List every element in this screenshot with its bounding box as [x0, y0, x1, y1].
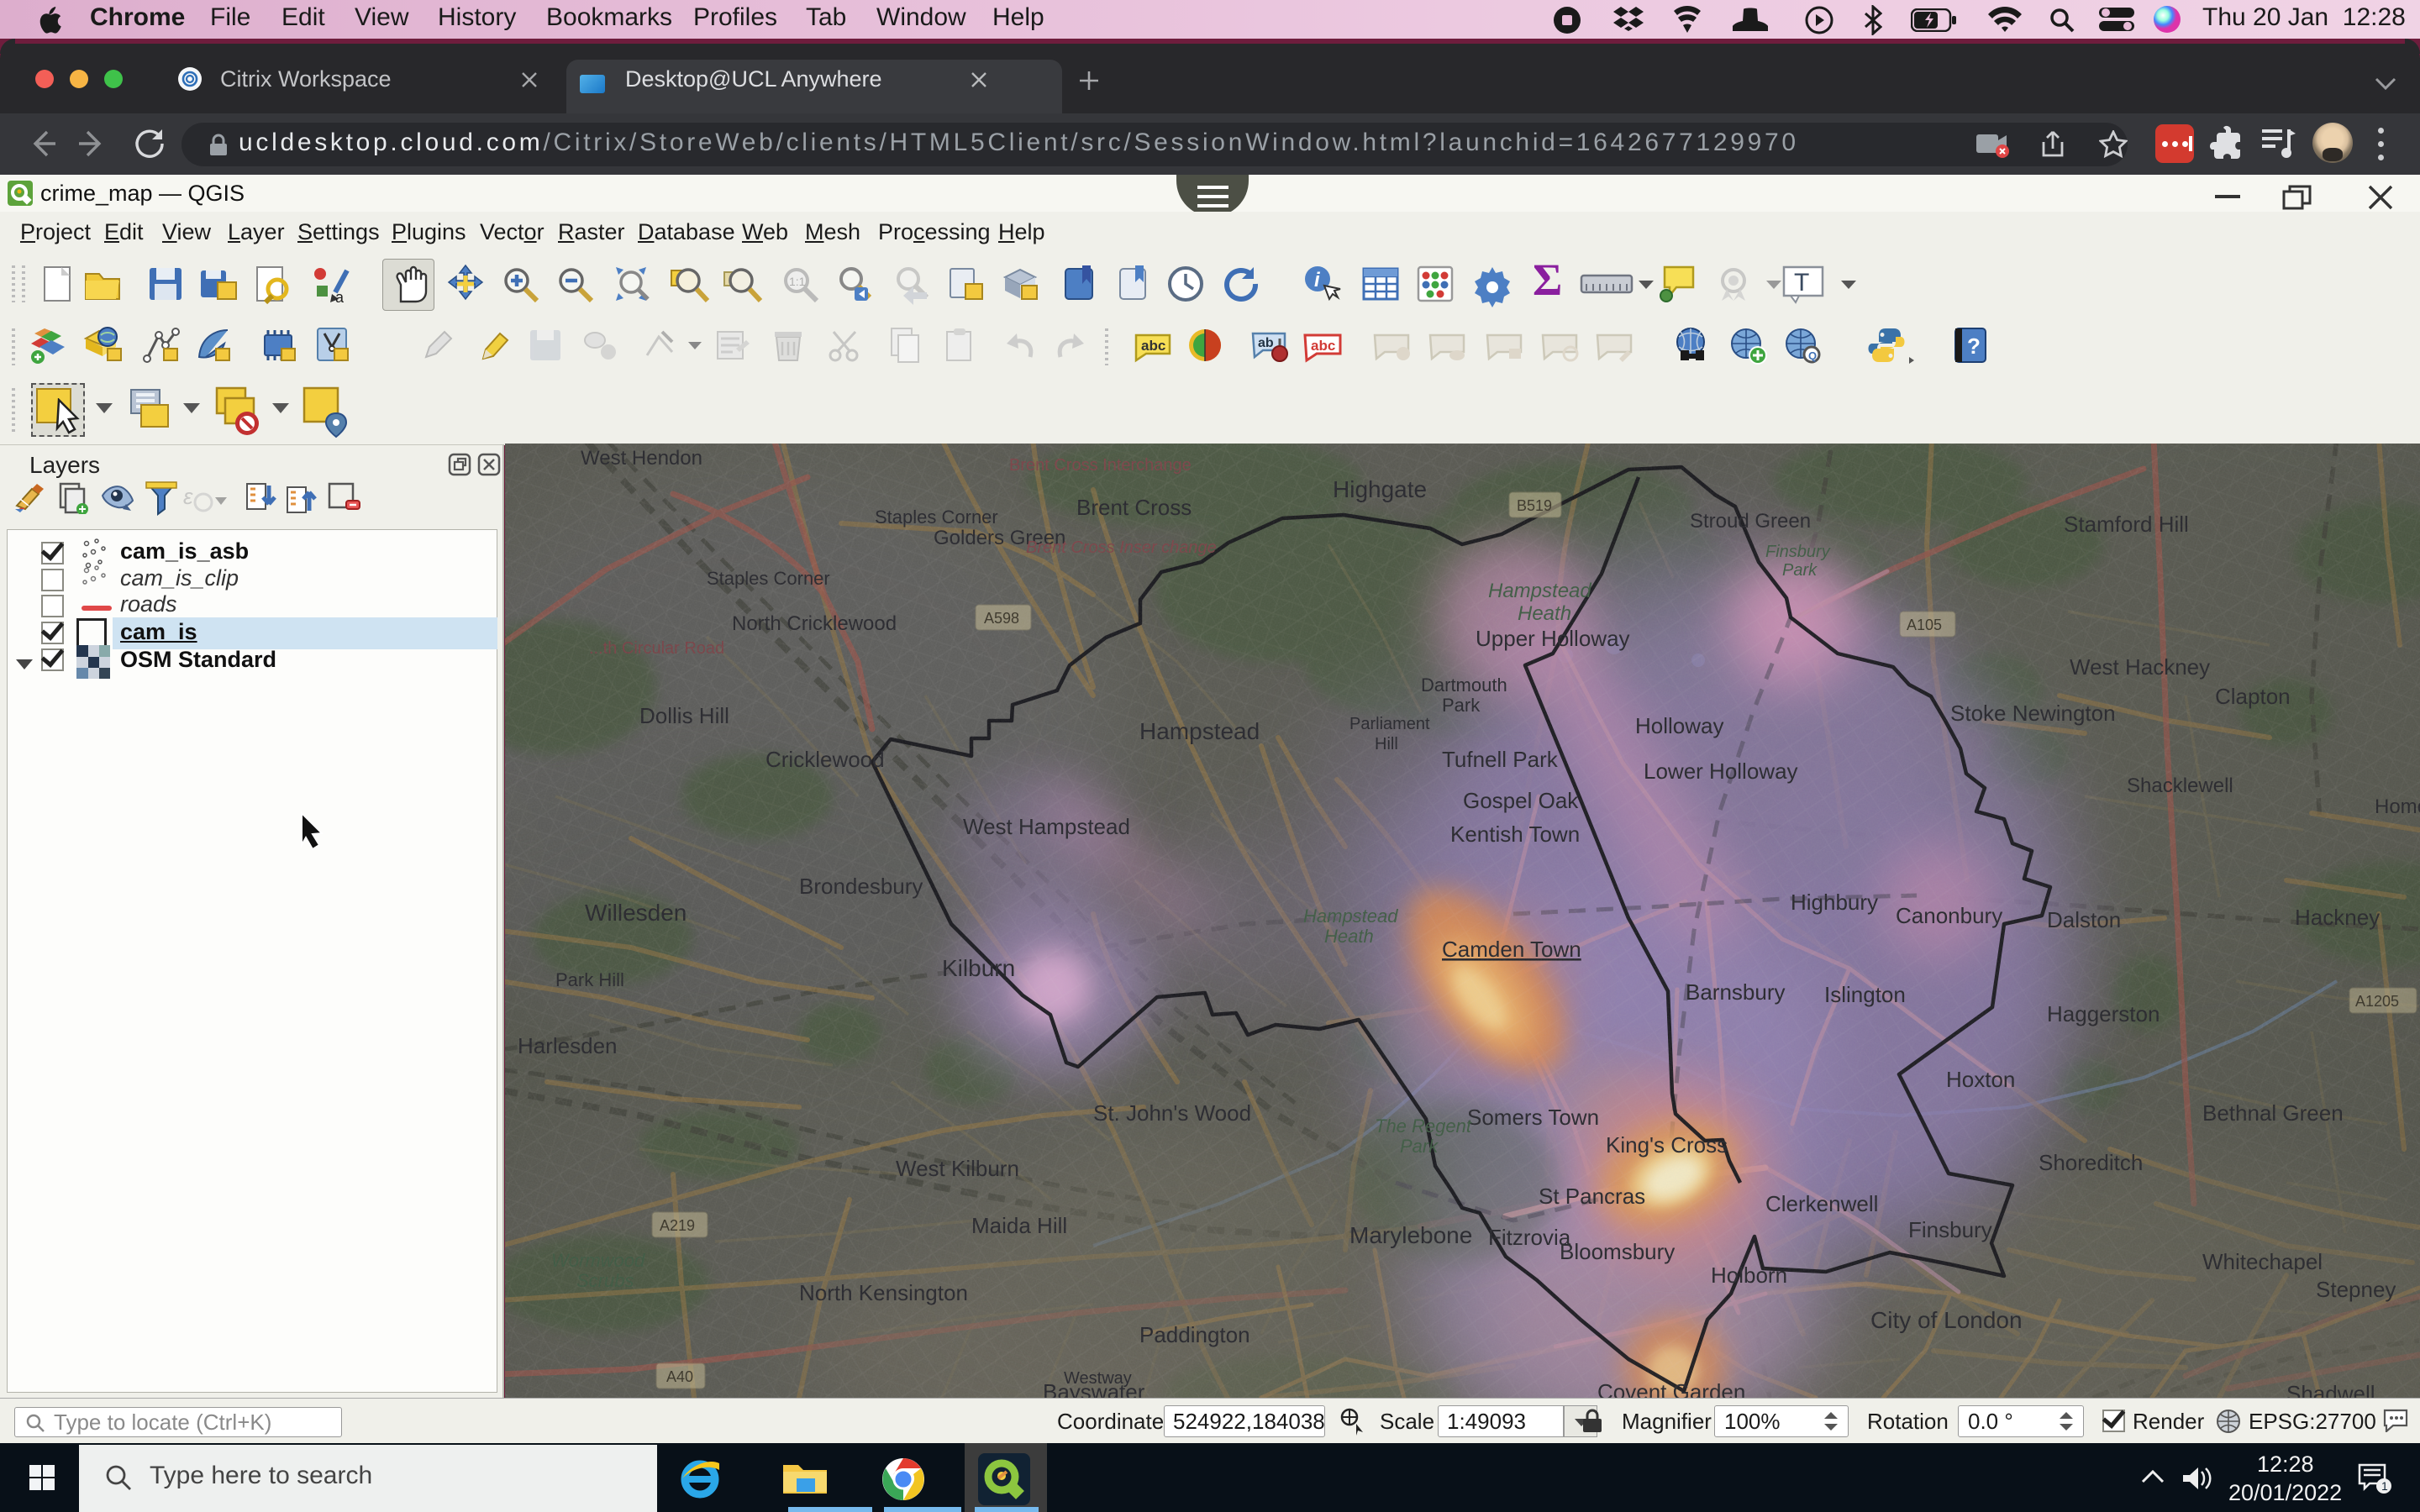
svg-text:ε: ε — [183, 484, 193, 509]
svg-text:?: ? — [1967, 333, 1981, 359]
svg-text:1: 1 — [2381, 1479, 2388, 1493]
svg-text:abc: abc — [1311, 338, 1335, 354]
svg-text:abc: abc — [1141, 338, 1165, 354]
svg-text:T: T — [1794, 269, 1809, 297]
svg-text:ab: ab — [1258, 336, 1274, 350]
svg-text:Q: Q — [1808, 349, 1817, 362]
svg-text:1:1: 1:1 — [789, 275, 806, 288]
svg-text:a: a — [335, 289, 345, 306]
